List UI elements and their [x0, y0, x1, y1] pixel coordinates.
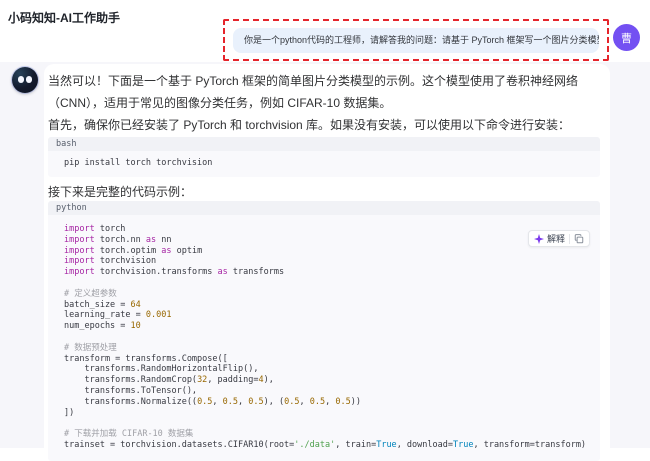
code-line: trainset = torchvision.datasets.CIFAR10(… [64, 439, 587, 450]
robot-avatar-icon [12, 67, 38, 93]
user-avatar[interactable]: 曹 [613, 24, 640, 51]
copy-icon [574, 233, 584, 243]
code-line: import torch.nn as nn [64, 234, 172, 245]
code-line: num_epochs = 10 [64, 321, 141, 332]
code-line: ]) [64, 407, 75, 418]
user-message-bubble: 你是一个python代码的工程师，请解答我的问题：请基于 PyTorch 框架写… [233, 27, 599, 53]
assistant-next-note: 接下来是完整的代码示例： [48, 185, 193, 199]
sparkle-icon [533, 233, 544, 244]
explain-button[interactable]: 解释 [533, 232, 565, 245]
code-action-pill: 解释 [527, 230, 590, 247]
assistant-install-note: 首先，确保你已经安装了 PyTorch 和 torchvision 库。如果没有… [48, 118, 571, 132]
code-line: # 定义超参数 [64, 288, 117, 299]
bash-language-label: bash [48, 137, 600, 151]
annotation-highlight-box: 你是一个python代码的工程师，请解答我的问题：请基于 PyTorch 框架写… [223, 19, 609, 61]
code-line: import torch.optim as optim [64, 245, 203, 256]
app-title: 小码知知-AI工作助手 [8, 11, 120, 25]
pill-divider [569, 233, 570, 244]
code-line: batch_size = 64 [64, 299, 141, 310]
code-line: # 下载并加载 CIFAR-10 数据集 [64, 429, 194, 440]
code-line: transforms.RandomCrop(32, padding=4), [64, 375, 274, 386]
python-language-label: python [48, 201, 600, 215]
code-line: import torchvision [64, 256, 157, 267]
robot-eye-left [18, 75, 24, 83]
assistant-intro-text: 当然可以！下面是一个基于 PyTorch 框架的简单图片分类模型的示例。这个模型… [48, 74, 579, 110]
bash-code-block: bash pip install torch torchvision [48, 137, 600, 177]
code-line: # 数据预处理 [64, 342, 117, 353]
bash-code-body[interactable]: pip install torch torchvision [48, 151, 600, 177]
code-line: import torchvision.transforms as transfo… [64, 267, 285, 278]
code-line: transforms.Normalize((0.5, 0.5, 0.5), (0… [64, 396, 361, 407]
python-code-block: python import torch import torch.nn as nn… [48, 201, 600, 461]
code-line: learning_rate = 0.001 [64, 310, 172, 321]
copy-button[interactable] [574, 233, 584, 244]
code-line: transforms.ToTensor(), [64, 385, 198, 396]
code-line: import torch [64, 224, 126, 234]
python-code-body[interactable]: import torch import torch.nn as nn import … [48, 215, 600, 461]
code-line: transforms.RandomHorizontalFlip(), [64, 364, 259, 375]
code-line: transform = transforms.Compose([ [64, 353, 228, 364]
robot-eye-right [26, 75, 32, 83]
explain-button-label: 解释 [546, 234, 565, 244]
code-line: pip install torch torchvision [64, 158, 213, 168]
